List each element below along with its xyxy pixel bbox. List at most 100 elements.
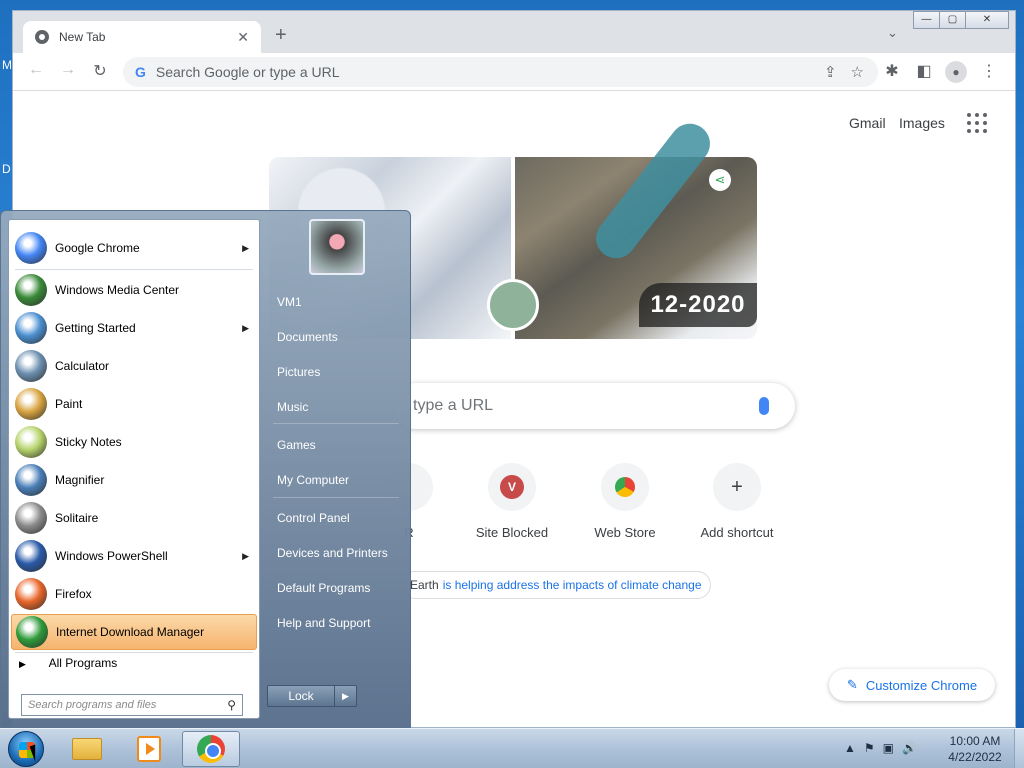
- extensions-puzzle-icon[interactable]: ✱: [881, 61, 903, 81]
- all-programs-button[interactable]: ▶ All Programs: [19, 656, 117, 670]
- clock[interactable]: 10:00 AM 4/22/2022: [940, 733, 1010, 765]
- ntp-search-box[interactable]: type a URL: [393, 383, 795, 429]
- folder-icon: [72, 738, 102, 760]
- start-program-item[interactable]: Sticky Notes: [11, 424, 257, 460]
- start-program-item[interactable]: Internet Download Manager: [11, 614, 257, 650]
- shortcut-tile[interactable]: + Add shortcut: [681, 463, 793, 540]
- program-icon: [15, 388, 47, 420]
- start-right-item[interactable]: Pictures: [267, 357, 403, 387]
- start-right-item[interactable]: Help and Support: [267, 608, 403, 638]
- search-magnifier-icon[interactable]: ⚲: [227, 698, 236, 712]
- program-label: Getting Started: [55, 321, 136, 335]
- google-g-icon: G: [135, 64, 146, 80]
- start-program-item[interactable]: Windows Media Center: [11, 272, 257, 308]
- start-program-item[interactable]: Calculator: [11, 348, 257, 384]
- forward-button[interactable]: →: [57, 61, 79, 79]
- start-program-item[interactable]: Paint: [11, 386, 257, 422]
- separator: [273, 423, 399, 424]
- start-program-item[interactable]: Windows PowerShell ▶: [11, 538, 257, 574]
- start-menu-programs-pane: Google Chrome ▶ Windows Media Center Gettin…: [8, 219, 260, 719]
- start-right-item[interactable]: Control Panel: [267, 503, 403, 533]
- omnibox[interactable]: G Search Google or type a URL ⇪ ☆: [123, 57, 878, 87]
- program-label: Windows PowerShell: [55, 549, 168, 563]
- program-icon: [15, 350, 47, 382]
- start-search-placeholder: Search programs and files: [28, 699, 157, 711]
- user-picture[interactable]: [309, 219, 365, 275]
- start-right-item[interactable]: Music: [267, 392, 403, 422]
- shortcut-tile[interactable]: V Site Blocked: [456, 463, 568, 540]
- separator: [15, 269, 253, 270]
- shortcut-tile[interactable]: Web Store: [569, 463, 681, 540]
- shortcut-label: Site Blocked: [475, 525, 549, 540]
- side-panel-icon[interactable]: ◧: [913, 61, 935, 81]
- customize-chrome-button[interactable]: ✎ Customize Chrome: [829, 669, 995, 701]
- system-tray: ▲ ⚑ ▣ 🔊: [844, 741, 917, 755]
- chrome-favicon-icon: [35, 30, 49, 44]
- start-search-input[interactable]: Search programs and files ⚲: [21, 694, 243, 716]
- profile-avatar-icon[interactable]: ●: [945, 61, 967, 83]
- start-program-item[interactable]: Getting Started ▶: [11, 310, 257, 346]
- start-right-item[interactable]: Default Programs: [267, 573, 403, 603]
- microphone-icon[interactable]: [759, 397, 769, 415]
- minimize-button[interactable]: —: [913, 11, 940, 29]
- program-label: Firefox: [55, 587, 92, 601]
- triangle-right-icon: ▶: [19, 659, 26, 669]
- taskbar-explorer-button[interactable]: [58, 731, 116, 767]
- show-desktop-button[interactable]: [1014, 729, 1024, 768]
- doodle-share-icon[interactable]: ⋖: [709, 169, 731, 191]
- start-right-item[interactable]: My Computer: [267, 465, 403, 495]
- reload-button[interactable]: ↻: [89, 61, 111, 81]
- climate-link[interactable]: is helping address the impacts of climat…: [443, 578, 702, 592]
- gmail-link[interactable]: Gmail: [849, 115, 886, 131]
- toolbar: ← → ↻ G Search Google or type a URL ⇪ ☆ …: [13, 53, 1015, 91]
- program-icon: [16, 616, 48, 648]
- start-right-item[interactable]: VM1: [267, 287, 403, 317]
- action-center-flag-icon[interactable]: ⚑: [864, 741, 875, 755]
- close-tab-icon[interactable]: ✕: [237, 29, 249, 46]
- separator: [15, 652, 253, 653]
- customize-chrome-label: Customize Chrome: [865, 677, 978, 693]
- climate-banner[interactable]: Earth is helping address the impacts of …: [401, 571, 711, 599]
- google-apps-grid-icon[interactable]: [967, 113, 987, 133]
- program-label: Windows Media Center: [55, 283, 180, 297]
- media-player-icon: [137, 736, 161, 762]
- new-tab-button[interactable]: +: [275, 25, 287, 45]
- submenu-arrow-icon[interactable]: ▶: [242, 243, 249, 254]
- lock-button[interactable]: Lock: [267, 685, 335, 707]
- back-button[interactable]: ←: [25, 61, 47, 79]
- tab-new-tab[interactable]: New Tab ✕: [23, 21, 261, 53]
- shutdown-options-arrow-icon[interactable]: ▶: [335, 685, 357, 707]
- tray-expand-icon[interactable]: ▲: [844, 741, 856, 755]
- start-right-item[interactable]: Games: [267, 430, 403, 460]
- tab-search-chevron-icon[interactable]: ⌄: [887, 25, 898, 41]
- shortcut-label: Add shortcut: [700, 525, 774, 540]
- submenu-arrow-icon[interactable]: ▶: [242, 323, 249, 334]
- program-icon: [15, 232, 47, 264]
- maximize-button[interactable]: ▢: [939, 11, 966, 29]
- start-program-item[interactable]: Google Chrome ▶: [11, 230, 257, 266]
- share-icon[interactable]: ⇪: [824, 63, 837, 81]
- images-link[interactable]: Images: [899, 115, 945, 131]
- start-program-item[interactable]: Solitaire: [11, 500, 257, 536]
- close-window-button[interactable]: ✕: [965, 11, 1009, 29]
- taskbar-chrome-button[interactable]: [182, 731, 240, 767]
- bookmark-star-icon[interactable]: ☆: [851, 63, 864, 81]
- separator: [273, 497, 399, 498]
- start-program-item[interactable]: Firefox: [11, 576, 257, 612]
- program-label: Magnifier: [55, 473, 105, 487]
- start-right-item[interactable]: Devices and Printers: [267, 538, 403, 568]
- start-right-item[interactable]: Documents: [267, 322, 403, 352]
- start-program-item[interactable]: Magnifier: [11, 462, 257, 498]
- menu-kebab-icon[interactable]: ⋮: [978, 61, 1000, 81]
- desktop-label: D: [2, 162, 11, 176]
- volume-icon[interactable]: 🔊: [902, 741, 917, 755]
- program-label: Solitaire: [55, 511, 99, 525]
- network-icon[interactable]: ▣: [883, 741, 894, 755]
- window-controls: — ▢ ✕: [913, 11, 1009, 29]
- site-blocked-v-icon: V: [500, 475, 524, 499]
- clock-date: 4/22/2022: [948, 750, 1002, 764]
- submenu-arrow-icon[interactable]: ▶: [242, 551, 249, 562]
- taskbar-media-player-button[interactable]: [120, 731, 178, 767]
- add-shortcut-plus-icon: +: [713, 463, 761, 511]
- program-label: Internet Download Manager: [56, 625, 205, 639]
